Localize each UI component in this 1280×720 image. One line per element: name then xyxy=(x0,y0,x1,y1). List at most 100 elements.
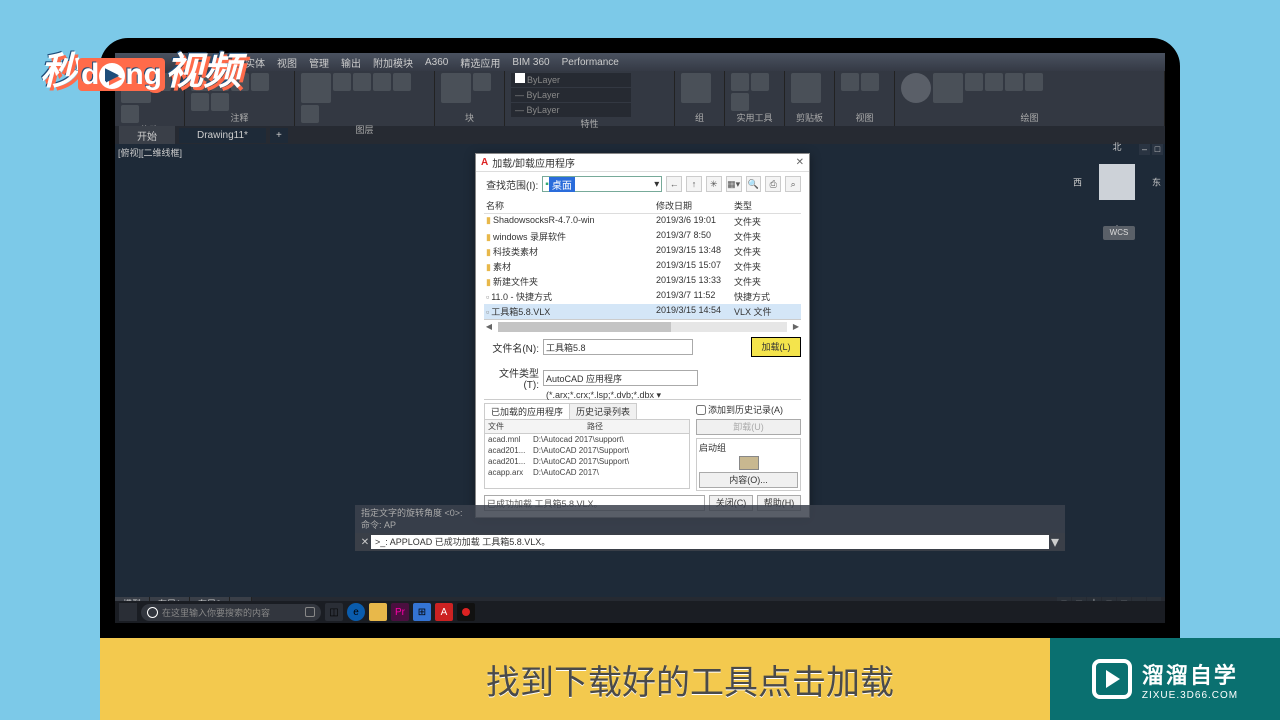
tool-icon[interactable] xyxy=(901,73,931,103)
view-cube[interactable]: 北 南 东 西 xyxy=(1087,152,1147,212)
start-button[interactable] xyxy=(119,603,137,621)
tool-icon[interactable] xyxy=(441,73,471,103)
tool-icon[interactable] xyxy=(731,73,749,91)
loaded-app-row[interactable]: acapp.arxD:\AutoCAD 2017\ xyxy=(485,467,689,478)
tool-icon[interactable] xyxy=(473,73,491,91)
layer-selector[interactable]: — ByLayer xyxy=(511,103,631,117)
file-row[interactable]: ▫工具箱5.8.VLX2019/3/15 14:54VLX 文件 xyxy=(484,304,801,319)
tool-icon[interactable] xyxy=(933,73,963,103)
task-view-icon[interactable]: ◫ xyxy=(325,603,343,621)
tool-icon[interactable] xyxy=(1025,73,1043,91)
tool-icon[interactable] xyxy=(301,105,319,123)
tool-icon[interactable] xyxy=(251,73,269,91)
filename-input[interactable]: 工具箱5.8 xyxy=(543,339,693,355)
tool-icon[interactable] xyxy=(191,93,209,111)
view-menu-icon[interactable]: ▦▾ xyxy=(726,176,742,192)
autocad-taskbar-icon[interactable]: A xyxy=(435,603,453,621)
mic-icon[interactable] xyxy=(305,607,315,617)
windows-taskbar[interactable]: 在这里输入你要搜索的内容 ◫ e Pr ⊞ A xyxy=(115,601,1165,623)
tab-start[interactable]: 开始 xyxy=(119,126,175,145)
menu-item[interactable]: 管理 xyxy=(309,55,329,70)
file-row[interactable]: ▮ShadowsocksR-4.7.0-win2019/3/6 19:01文件夹 xyxy=(484,214,801,229)
tab-new[interactable]: + xyxy=(270,128,288,143)
find-file-icon[interactable]: ⌕ xyxy=(785,176,801,192)
viewcube-face[interactable] xyxy=(1099,164,1135,200)
tool-icon[interactable] xyxy=(353,73,371,91)
loaded-app-row[interactable]: acad.mnlD:\Autocad 2017\support\ xyxy=(485,434,689,445)
tool-icon[interactable] xyxy=(841,73,859,91)
history-tab[interactable]: 历史记录列表 xyxy=(569,403,637,419)
briefcase-icon[interactable] xyxy=(739,456,759,470)
filetype-combo[interactable]: AutoCAD 应用程序(*.arx;*.crx;*.lsp;*.dvb;*.d… xyxy=(543,370,698,386)
edge-icon[interactable]: e xyxy=(347,603,365,621)
menu-item[interactable]: Performance xyxy=(562,57,619,68)
add-history-checkbox[interactable]: 添加到历史记录(A) xyxy=(696,403,801,416)
tool-icon[interactable] xyxy=(861,73,879,91)
file-row[interactable]: ▮新建文件夹2019/3/15 13:33文件夹 xyxy=(484,274,801,289)
tool-icon[interactable] xyxy=(965,73,983,91)
unload-button[interactable]: 卸载(U) xyxy=(696,419,801,435)
col-file[interactable]: 文件 xyxy=(488,421,587,432)
cmd-close-icon[interactable]: ✕ xyxy=(359,537,371,548)
loaded-apps-list[interactable]: 文件路径 acad.mnlD:\Autocad 2017\support\aca… xyxy=(484,419,690,489)
tool-icon[interactable] xyxy=(985,73,1003,91)
menu-item[interactable]: 实体 xyxy=(245,55,265,70)
file-row[interactable]: ▮windows 录屏软件2019/3/7 8:50文件夹 xyxy=(484,229,801,244)
viewcube-west[interactable]: 西 xyxy=(1073,176,1082,189)
col-name[interactable]: 名称 xyxy=(486,199,656,212)
tool-icon[interactable] xyxy=(211,93,229,111)
up-icon[interactable]: ↑ xyxy=(686,176,702,192)
close-icon[interactable]: ✕ xyxy=(796,157,804,168)
tool-icon[interactable] xyxy=(731,93,749,111)
menu-item[interactable]: A360 xyxy=(425,57,448,68)
file-list-header[interactable]: 名称 修改日期 类型 xyxy=(484,198,801,214)
tool-icon[interactable] xyxy=(791,73,821,103)
search-icon[interactable]: 🔍 xyxy=(746,176,762,192)
layer-selector[interactable]: — ByLayer xyxy=(511,88,631,102)
contents-button[interactable]: 内容(O)... xyxy=(699,472,798,488)
menu-item[interactable]: 精选应用 xyxy=(460,55,500,70)
wcs-badge[interactable]: WCS xyxy=(1103,226,1135,240)
restore-icon[interactable]: □ xyxy=(1152,144,1163,155)
tool-icon[interactable] xyxy=(681,73,711,103)
menu-item[interactable]: 附加模块 xyxy=(373,55,413,70)
tool-icon[interactable] xyxy=(373,73,391,91)
viewcube-east[interactable]: 东 xyxy=(1152,176,1161,189)
load-button[interactable]: 加载(L) xyxy=(751,337,801,357)
dialog-titlebar[interactable]: A 加载/卸载应用程序 ✕ xyxy=(476,154,809,172)
back-icon[interactable]: ← xyxy=(666,176,682,192)
viewport[interactable]: [俯视][二维线框] –□ 北 南 东 西 WCS A 加载/卸载应用程序 ✕ … xyxy=(115,144,1165,577)
menu-item[interactable]: BIM 360 xyxy=(512,57,549,68)
file-row[interactable]: ▫11.0 - 快捷方式2019/3/7 11:52快捷方式 xyxy=(484,289,801,304)
tool-icon[interactable] xyxy=(333,73,351,91)
command-input[interactable]: >_: APPLOAD 已成功加载 工具箱5.8.VLX。 xyxy=(371,535,1049,549)
loaded-apps-tab[interactable]: 已加载的应用程序 xyxy=(484,403,570,419)
tools-icon[interactable]: ⎙ xyxy=(765,176,781,192)
loaded-app-row[interactable]: acad201...D:\AutoCAD 2017\Support\ xyxy=(485,445,689,456)
col-type[interactable]: 类型 xyxy=(734,199,799,212)
file-row[interactable]: ▮科技类素材2019/3/15 13:48文件夹 xyxy=(484,244,801,259)
file-row[interactable]: ▮素材2019/3/15 15:07文件夹 xyxy=(484,259,801,274)
horizontal-scrollbar[interactable]: ◀▶ xyxy=(484,322,801,332)
new-folder-icon[interactable]: ✳ xyxy=(706,176,722,192)
col-path[interactable]: 路径 xyxy=(587,421,686,432)
loaded-app-row[interactable]: acad201...D:\AutoCAD 2017\Support\ xyxy=(485,456,689,467)
viewport-label[interactable]: [俯视][二维线框] xyxy=(118,146,182,159)
recorder-icon[interactable] xyxy=(457,603,475,621)
layer-selector[interactable]: ByLayer xyxy=(511,73,631,87)
tool-icon[interactable] xyxy=(301,73,331,103)
tool-icon[interactable] xyxy=(393,73,411,91)
tab-drawing[interactable]: Drawing11* xyxy=(179,128,266,143)
menu-item[interactable]: 输出 xyxy=(341,55,361,70)
look-in-combo[interactable]: ▪桌面▾ xyxy=(542,176,662,192)
adobe-icon[interactable]: Pr xyxy=(391,603,409,621)
command-line[interactable]: ✕ >_: APPLOAD 已成功加载 工具箱5.8.VLX。 ▾ xyxy=(355,533,1065,551)
col-date[interactable]: 修改日期 xyxy=(656,199,734,212)
cmd-dropdown-icon[interactable]: ▾ xyxy=(1049,532,1061,552)
explorer-icon[interactable] xyxy=(369,603,387,621)
settings-icon[interactable]: ⊞ xyxy=(413,603,431,621)
taskbar-search[interactable]: 在这里输入你要搜索的内容 xyxy=(141,604,321,621)
tool-icon[interactable] xyxy=(121,105,139,123)
menu-item[interactable]: 视图 xyxy=(277,55,297,70)
menu-bar[interactable]: 实体 视图 管理 输出 附加模块 A360 精选应用 BIM 360 Perfo… xyxy=(115,53,1165,71)
